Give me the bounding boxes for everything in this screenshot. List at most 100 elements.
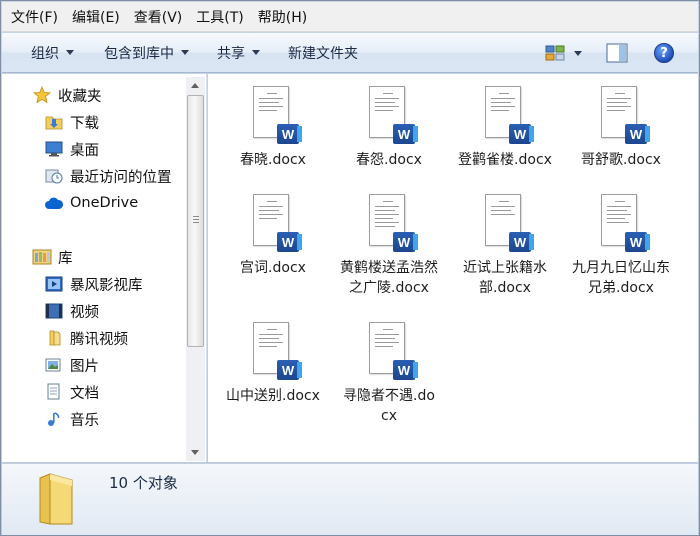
- menu-tools[interactable]: 工具(T): [189, 3, 250, 31]
- organize-label: 组织: [31, 45, 59, 62]
- file-name: 登鹳雀楼.docx: [458, 152, 552, 168]
- item-count: 10 个对象: [109, 474, 178, 492]
- nav-favorites[interactable]: 收藏夹: [32, 84, 102, 106]
- help-icon: ?: [660, 45, 668, 61]
- include-in-library-label: 包含到库中: [104, 45, 174, 62]
- word-document-icon: W: [253, 194, 302, 252]
- nav-item-label: 视频: [70, 304, 99, 321]
- command-bar: 组织 包含到库中 共享 新建文件夹 ?: [2, 33, 698, 73]
- file-item[interactable]: W 春晓.docx: [218, 86, 328, 170]
- nav-item-label: 下载: [70, 115, 99, 132]
- file-name: 寻隐者不遇.docx: [343, 388, 435, 424]
- onedrive-cloud-icon: [44, 194, 64, 212]
- file-item[interactable]: W 山中送别.docx: [218, 322, 328, 406]
- word-document-icon: W: [601, 86, 650, 144]
- view-dropdown-icon[interactable]: [574, 50, 582, 56]
- documents-icon: [44, 383, 64, 401]
- file-name: 哥舒歌.docx: [581, 152, 661, 168]
- nav-item-music[interactable]: 音乐: [44, 408, 99, 430]
- nav-libraries-label: 库: [58, 250, 73, 267]
- word-document-icon: W: [485, 86, 534, 144]
- word-document-icon: W: [485, 194, 534, 252]
- folder-icon: [39, 473, 73, 525]
- file-item[interactable]: W 登鹳雀楼.docx: [450, 86, 560, 170]
- nav-item-label: 音乐: [70, 412, 99, 429]
- chevron-down-icon: [66, 50, 74, 55]
- explorer-window: 文件(F) 编辑(E) 查看(V) 工具(T) 帮助(H) 组织 包含到库中 共…: [0, 0, 700, 536]
- share-label: 共享: [217, 45, 245, 62]
- word-document-icon: W: [369, 194, 418, 252]
- new-folder-button[interactable]: 新建文件夹: [279, 39, 367, 67]
- nav-item-pictures[interactable]: 图片: [44, 354, 99, 376]
- pictures-icon: [44, 356, 64, 374]
- share-button[interactable]: 共享: [208, 39, 269, 67]
- scroll-up-icon[interactable]: [191, 83, 199, 88]
- menu-edit[interactable]: 编辑(E): [65, 3, 127, 31]
- menu-help[interactable]: 帮助(H): [251, 3, 314, 31]
- organize-button[interactable]: 组织: [22, 39, 83, 67]
- file-name: 宫词.docx: [240, 260, 306, 276]
- nav-favorites-label: 收藏夹: [58, 88, 102, 105]
- navigation-scrollbar[interactable]: [186, 77, 205, 461]
- nav-item-label: 文档: [70, 385, 99, 402]
- view-options-icon: [545, 45, 565, 61]
- star-icon: [32, 86, 52, 104]
- file-list: W 春晓.docx W 春怨.docx W 登鹳雀楼.docx W 哥舒歌.do…: [208, 74, 698, 462]
- scroll-down-icon[interactable]: [191, 450, 199, 455]
- folder-icon: [44, 329, 64, 347]
- desktop-icon: [44, 140, 64, 158]
- nav-item-desktop[interactable]: 桌面: [44, 138, 99, 160]
- menu-view[interactable]: 查看(V): [127, 3, 190, 31]
- menubar: 文件(F) 编辑(E) 查看(V) 工具(T) 帮助(H): [2, 2, 698, 32]
- word-document-icon: W: [369, 322, 418, 380]
- word-document-icon: W: [369, 86, 418, 144]
- grip-icon: [193, 216, 199, 223]
- help-button[interactable]: ?: [654, 43, 674, 63]
- preview-pane-icon[interactable]: [606, 43, 628, 63]
- nav-onedrive-label: OneDrive: [70, 195, 139, 211]
- libraries-icon: [32, 248, 52, 266]
- nav-item-downloads[interactable]: 下载: [44, 111, 99, 133]
- file-item[interactable]: W 寻隐者不遇.docx: [334, 322, 444, 426]
- music-icon: [44, 410, 64, 428]
- nav-libraries[interactable]: 库: [32, 246, 73, 268]
- nav-item-videos[interactable]: 视频: [44, 300, 99, 322]
- nav-item-recent-places[interactable]: 最近访问的位置: [44, 165, 172, 187]
- scrollbar-thumb[interactable]: [187, 95, 204, 347]
- file-item[interactable]: W 近试上张籍水部.docx: [450, 194, 560, 298]
- chevron-down-icon: [252, 50, 260, 55]
- chevron-down-icon: [181, 50, 189, 55]
- file-name: 九月九日忆山东兄弟.docx: [572, 260, 670, 296]
- file-name: 春怨.docx: [356, 152, 422, 168]
- file-item[interactable]: W 黄鹤楼送孟浩然之广陵.docx: [334, 194, 444, 298]
- file-name: 近试上张籍水部.docx: [463, 260, 547, 296]
- navigation-pane: 收藏夹 下载 桌面 最近访问的位置 OneDrive 库 暴风影视库 视频 腾讯…: [2, 74, 207, 462]
- nav-item-label: 腾讯视频: [70, 331, 128, 348]
- word-document-icon: W: [253, 322, 302, 380]
- nav-item-label: 最近访问的位置: [70, 169, 172, 186]
- file-item[interactable]: W 哥舒歌.docx: [566, 86, 676, 170]
- nav-onedrive[interactable]: OneDrive: [44, 192, 138, 214]
- downloads-folder-icon: [44, 113, 64, 131]
- nav-item-tencent-video[interactable]: 腾讯视频: [44, 327, 128, 349]
- nav-item-label: 桌面: [70, 142, 99, 159]
- recent-places-icon: [44, 167, 64, 185]
- details-pane: 10 个对象: [2, 463, 698, 535]
- nav-item-storm-video-library[interactable]: 暴风影视库: [44, 273, 143, 295]
- file-item[interactable]: W 春怨.docx: [334, 86, 444, 170]
- video-library-icon: [44, 275, 64, 293]
- file-item[interactable]: W 宫词.docx: [218, 194, 328, 278]
- file-name: 山中送别.docx: [226, 388, 320, 404]
- nav-item-label: 暴风影视库: [70, 277, 143, 294]
- nav-item-documents[interactable]: 文档: [44, 381, 99, 403]
- videos-icon: [44, 302, 64, 320]
- file-name: 春晓.docx: [240, 152, 306, 168]
- file-item[interactable]: W 九月九日忆山东兄弟.docx: [566, 194, 676, 298]
- nav-item-label: 图片: [70, 358, 99, 375]
- change-view-button[interactable]: [542, 42, 568, 64]
- include-in-library-button[interactable]: 包含到库中: [95, 39, 198, 67]
- word-document-icon: W: [601, 194, 650, 252]
- word-document-icon: W: [253, 86, 302, 144]
- file-name: 黄鹤楼送孟浩然之广陵.docx: [340, 260, 438, 296]
- menu-file[interactable]: 文件(F): [4, 3, 65, 31]
